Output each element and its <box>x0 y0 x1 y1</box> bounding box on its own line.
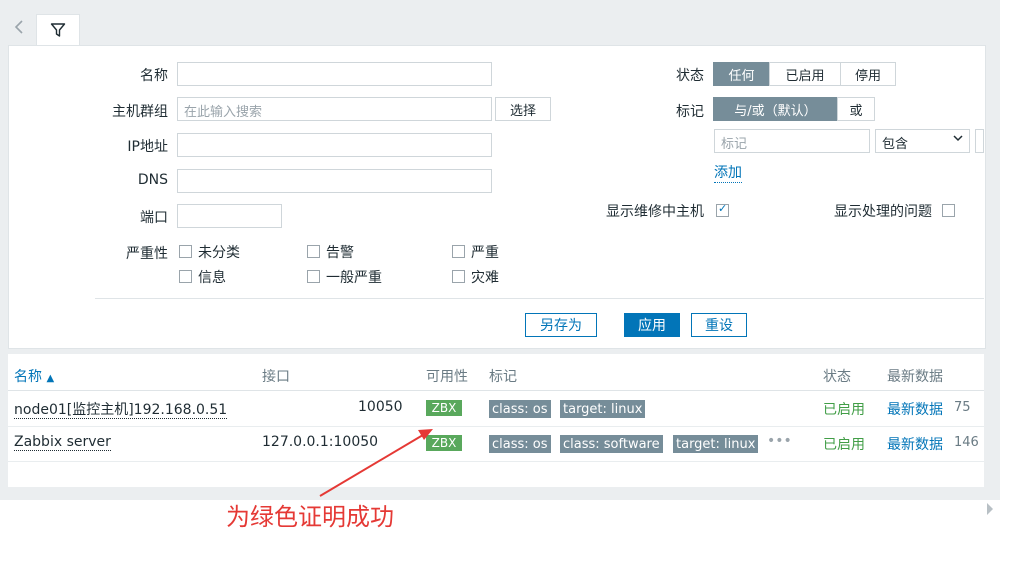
annotation-arrow <box>319 429 433 497</box>
annotation-text: 为绿色证明成功 <box>226 503 394 531</box>
scroll-right-icon[interactable] <box>987 503 993 515</box>
